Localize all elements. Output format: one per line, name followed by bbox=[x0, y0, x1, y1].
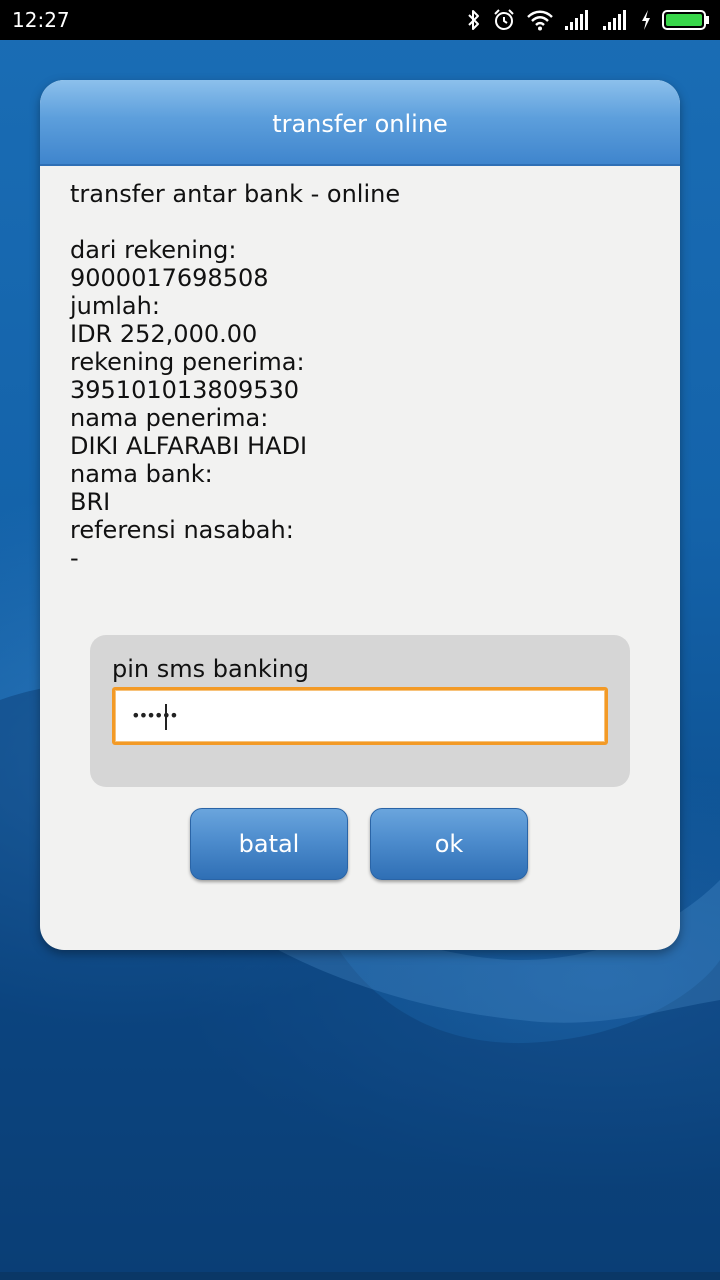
pin-input[interactable]: •••••• bbox=[112, 687, 608, 745]
transfer-dialog: transfer online transfer antar bank - on… bbox=[40, 80, 680, 950]
charging-icon bbox=[642, 10, 650, 30]
status-time: 12:27 bbox=[12, 8, 70, 32]
status-bar: 12:27 bbox=[0, 0, 720, 40]
status-icons bbox=[466, 7, 710, 33]
field-label-amount: jumlah: bbox=[70, 292, 160, 320]
cancel-button[interactable]: batal bbox=[190, 808, 348, 880]
bluetooth-icon bbox=[468, 10, 479, 30]
battery-icon bbox=[662, 10, 709, 30]
pin-panel: pin sms banking •••••• bbox=[90, 635, 630, 787]
signal-icon bbox=[603, 10, 626, 30]
pin-masked-value: •••••• bbox=[131, 706, 179, 725]
field-label-recipient-name: nama penerima: bbox=[70, 404, 269, 432]
transfer-heading: transfer antar bank - online bbox=[70, 180, 401, 208]
field-label-recipient-account: rekening penerima: bbox=[70, 348, 305, 376]
pin-label: pin sms banking bbox=[112, 655, 309, 683]
transfer-details: transfer antar bank - online dari rekeni… bbox=[70, 180, 650, 572]
field-value-recipient-account: 395101013809530 bbox=[70, 376, 300, 404]
field-label-bank-name: nama bank: bbox=[70, 460, 213, 488]
dialog-header: transfer online bbox=[40, 80, 680, 166]
ok-button[interactable]: ok bbox=[370, 808, 528, 880]
field-value-customer-reference: - bbox=[70, 544, 79, 572]
field-label-customer-reference: referensi nasabah: bbox=[70, 516, 294, 544]
wifi-icon bbox=[527, 10, 553, 31]
field-value-amount: IDR 252,000.00 bbox=[70, 320, 258, 348]
alarm-icon bbox=[494, 9, 514, 30]
field-label-source-account: dari rekening: bbox=[70, 236, 237, 264]
signal-icon bbox=[565, 10, 588, 30]
text-cursor bbox=[165, 704, 167, 730]
navigation-bar bbox=[0, 1272, 720, 1280]
dialog-title: transfer online bbox=[272, 110, 448, 138]
field-value-source-account: 9000017698508 bbox=[70, 264, 269, 292]
field-value-recipient-name: DIKI ALFARABI HADI bbox=[70, 432, 308, 460]
field-value-bank-name: BRI bbox=[70, 488, 111, 516]
